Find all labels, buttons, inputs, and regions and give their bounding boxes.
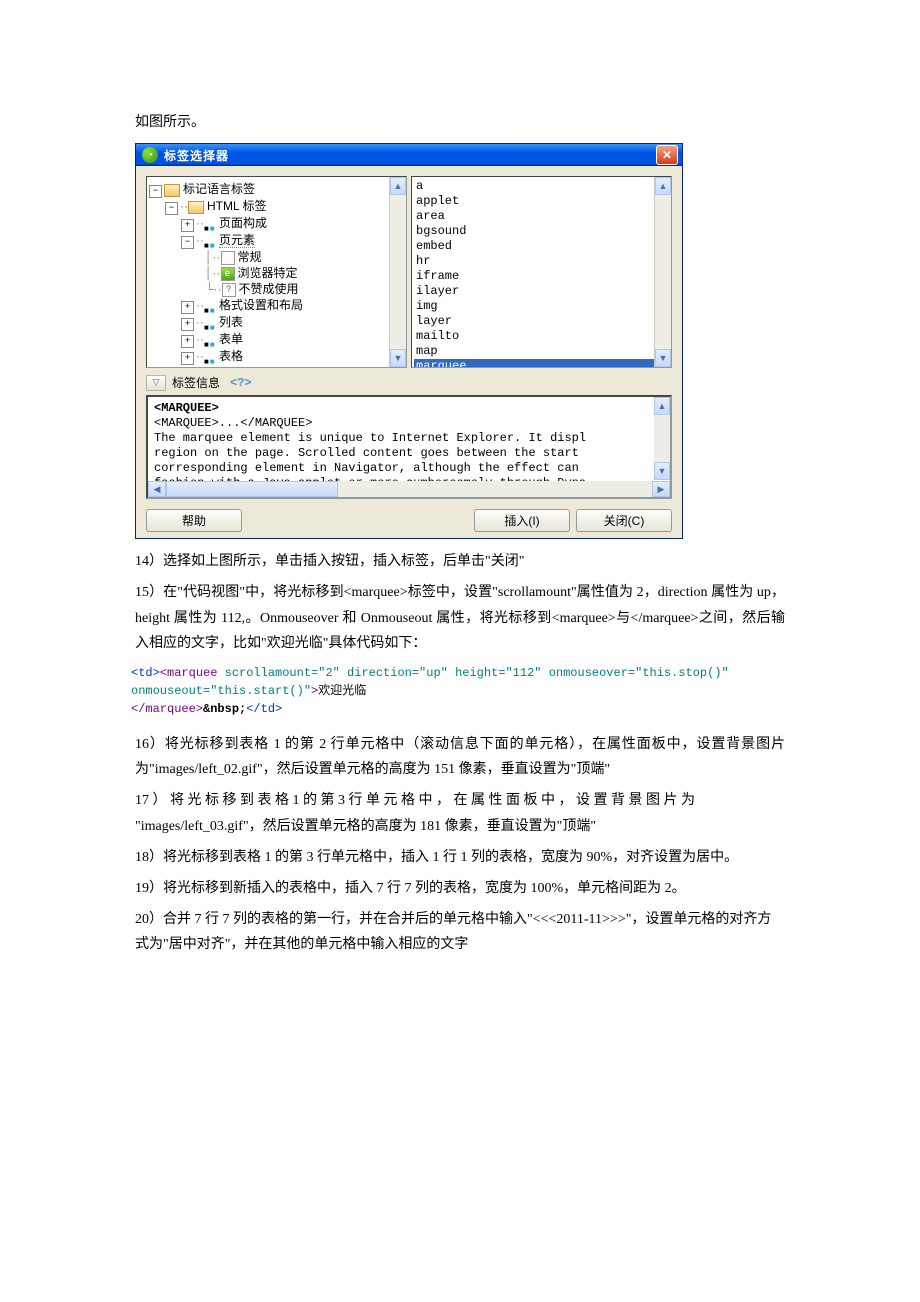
tree-forms[interactable]: 表单: [219, 332, 243, 346]
code-td-open: <td>: [131, 666, 160, 680]
scroll-up-icon[interactable]: ▲: [655, 177, 671, 195]
info-desc: The marquee element is unique to Interne…: [154, 431, 664, 446]
window-title: 标签选择器: [164, 147, 656, 164]
list-item[interactable]: embed: [414, 239, 669, 254]
tree-tables[interactable]: 表格: [219, 349, 243, 363]
list-item[interactable]: iframe: [414, 269, 669, 284]
list-item[interactable]: mailto: [414, 329, 669, 344]
tree-html[interactable]: HTML 标签: [207, 199, 267, 213]
step-15: 15）在"代码视图"中，将光标移到<marquee>标签中，设置"scrolla…: [135, 580, 785, 656]
tree-scrollbar[interactable]: ▲ ▼: [389, 177, 406, 367]
scroll-down-icon[interactable]: ▼: [654, 462, 670, 480]
scroll-left-icon[interactable]: ◀: [148, 481, 166, 497]
tree-browser-specific[interactable]: 浏览器特定: [238, 266, 298, 280]
list-scrollbar[interactable]: ▲ ▼: [654, 177, 671, 367]
list-item[interactable]: bgsound: [414, 224, 669, 239]
close-button[interactable]: 关闭(C): [576, 509, 672, 532]
list-item[interactable]: applet: [414, 194, 669, 209]
info-bar: ▽ 标签信息 <?>: [146, 372, 672, 393]
help-button[interactable]: 帮助: [146, 509, 242, 532]
dialog-screenshot: ◔ 标签选择器 ✕ −标记语言标签 −··HTML 标签 +··页面构成 −··…: [135, 143, 785, 539]
tree-lists[interactable]: 列表: [219, 315, 243, 329]
code-marquee-close: </marquee>: [131, 702, 203, 716]
scroll-right-icon[interactable]: ▶: [652, 481, 670, 497]
list-item[interactable]: marquee: [414, 359, 669, 368]
info-help-icon[interactable]: <?>: [230, 376, 252, 390]
document-page: 如图所示。 ◔ 标签选择器 ✕ −标记语言标签 −··HTML 标签 +··页面…: [0, 0, 920, 1003]
info-heading: <MARQUEE>: [154, 401, 219, 415]
list-item[interactable]: a: [414, 179, 669, 194]
code-sample: <td><marquee scrollamount="2" direction=…: [131, 664, 785, 718]
scroll-down-icon[interactable]: ▼: [655, 349, 671, 367]
scroll-up-icon[interactable]: ▲: [390, 177, 406, 195]
list-pane[interactable]: aappletareabgsoundembedhriframeilayerimg…: [411, 176, 672, 368]
list-item[interactable]: hr: [414, 254, 669, 269]
step-14: 14）选择如上图所示，单击插入按钮，插入标签，后单击"关闭": [135, 549, 785, 574]
collapse-icon[interactable]: ▽: [146, 375, 166, 391]
tree-pane[interactable]: −标记语言标签 −··HTML 标签 +··页面构成 −··页元素 │·· 常规…: [146, 176, 407, 368]
step-17a: 17 ） 将 光 标 移 到 表 格 1 的 第 3 行 单 元 格 中 ， 在…: [135, 788, 785, 813]
list-item[interactable]: ilayer: [414, 284, 669, 299]
app-icon: ◔: [142, 147, 158, 163]
tree-format-layout[interactable]: 格式设置和布局: [219, 298, 303, 312]
info-hscroll[interactable]: ◀ ▶: [148, 481, 670, 497]
button-row: 帮助 插入(I) 关闭(C): [146, 509, 672, 532]
scroll-down-icon[interactable]: ▼: [390, 349, 406, 367]
info-desc: region on the page. Scrolled content goe…: [154, 446, 664, 461]
intro-text: 如图所示。: [135, 110, 785, 135]
tree-deprecated[interactable]: 不赞成使用: [239, 282, 299, 296]
info-vscroll[interactable]: ▲ ▼: [654, 397, 670, 480]
list-item[interactable]: map: [414, 344, 669, 359]
list-item[interactable]: area: [414, 209, 669, 224]
list-item[interactable]: img: [414, 299, 669, 314]
close-icon[interactable]: ✕: [656, 145, 678, 165]
info-desc: corresponding element in Navigator, alth…: [154, 461, 664, 476]
titlebar: ◔ 标签选择器 ✕: [136, 144, 682, 166]
info-panel: <MARQUEE> <MARQUEE>...</MARQUEE> The mar…: [146, 395, 672, 499]
info-syntax: <MARQUEE>...</MARQUEE>: [154, 416, 664, 431]
tree-page-elements[interactable]: 页元素: [219, 233, 255, 248]
dialog-body: −标记语言标签 −··HTML 标签 +··页面构成 −··页元素 │·· 常规…: [136, 166, 682, 538]
tree-root[interactable]: 标记语言标签: [183, 182, 255, 196]
info-label: 标签信息: [172, 374, 220, 391]
tag-selector-dialog: ◔ 标签选择器 ✕ −标记语言标签 −··HTML 标签 +··页面构成 −··…: [135, 143, 683, 539]
code-marquee-open: <marquee: [160, 666, 218, 680]
code-td-close: </td>: [246, 702, 282, 716]
scroll-up-icon[interactable]: ▲: [654, 397, 670, 415]
insert-button[interactable]: 插入(I): [474, 509, 570, 532]
step-17b: "images/left_03.gif"，然后设置单元格的高度为 181 像素，…: [135, 814, 785, 839]
list-item[interactable]: layer: [414, 314, 669, 329]
step-20: 20）合并 7 行 7 列的表格的第一行，并在合并后的单元格中输入"<<<201…: [135, 907, 785, 957]
step-18: 18）将光标移到表格 1 的第 3 行单元格中，插入 1 行 1 列的表格，宽度…: [135, 845, 785, 870]
step-19: 19）将光标移到新插入的表格中，插入 7 行 7 列的表格，宽度为 100%，单…: [135, 876, 785, 901]
tree-general[interactable]: 常规: [238, 250, 262, 264]
tree-page-composition[interactable]: 页面构成: [219, 216, 267, 230]
step-16: 16）将光标移到表格 1 的第 2 行单元格中（滚动信息下面的单元格），在属性面…: [135, 732, 785, 782]
